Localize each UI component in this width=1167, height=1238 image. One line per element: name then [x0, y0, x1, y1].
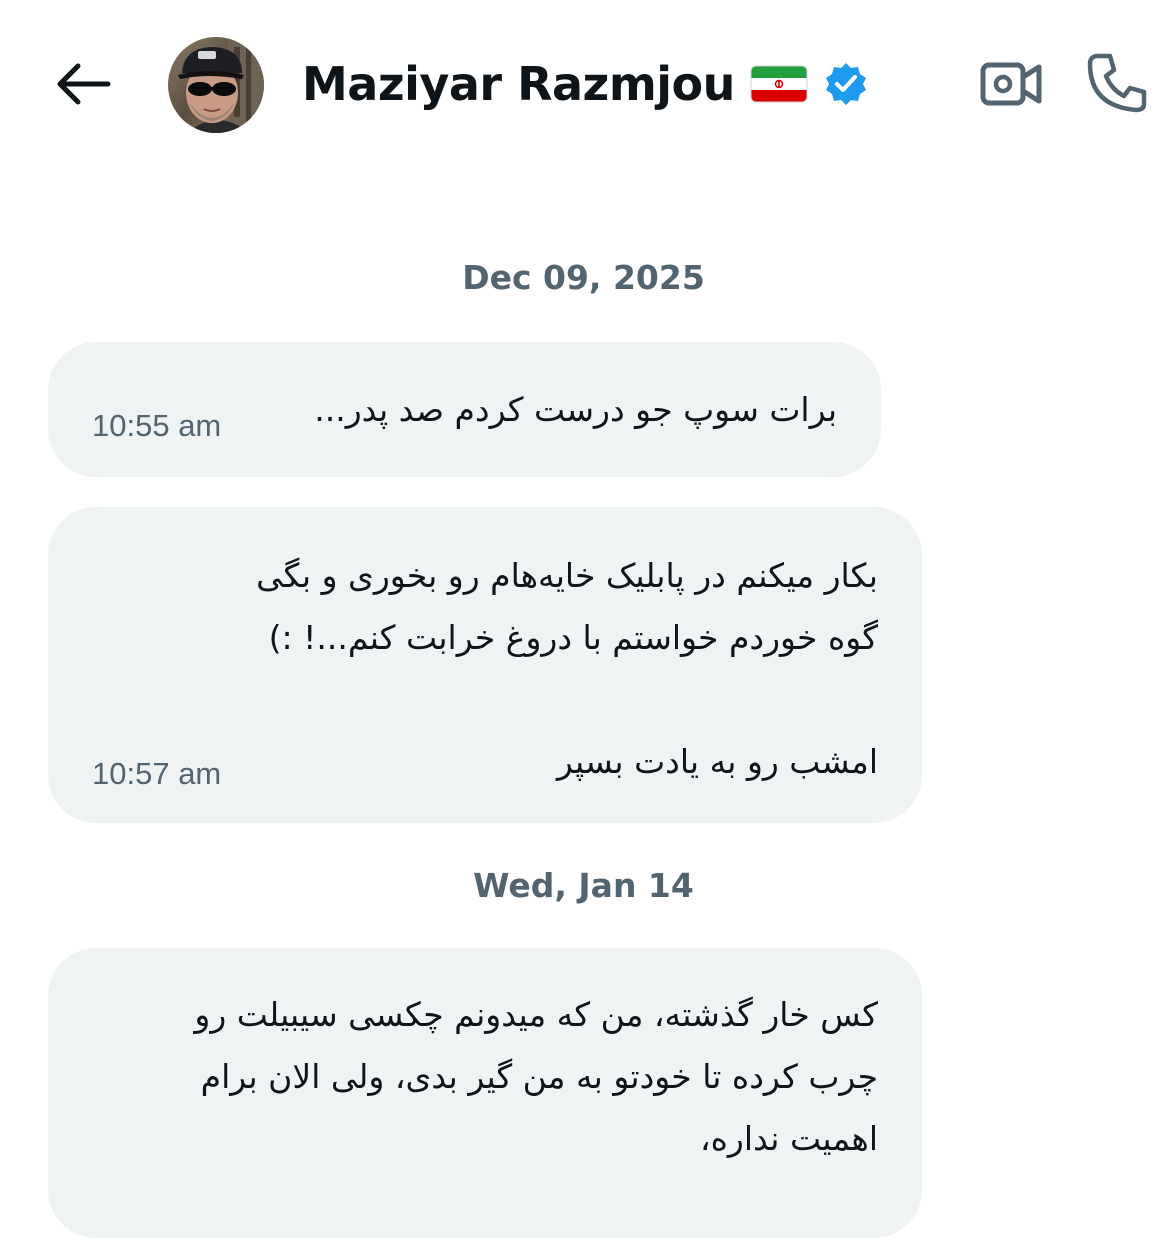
message-bubble[interactable]: کس خار گذشته، من که میدونم چکسی سیبیلت ر…: [48, 948, 922, 1238]
message-timestamp: 10:55 am: [92, 408, 222, 443]
avatar[interactable]: [168, 37, 264, 133]
verified-badge-icon: [825, 63, 866, 105]
date-separator: Wed, Jan 14: [473, 866, 694, 905]
contact-title[interactable]: Maziyar Razmjou: [302, 52, 869, 116]
conversation-header: Maziyar Razmjou: [0, 0, 1167, 170]
avatar-image: [168, 37, 264, 133]
phone-icon: [1087, 53, 1147, 113]
message-bubble[interactable]: برات سوپ جو درست کردم صد پدر... 10:55 am: [48, 342, 881, 477]
voice-call-button[interactable]: [1082, 48, 1152, 118]
arrow-left-icon: [57, 63, 111, 105]
video-camera-icon: [980, 62, 1042, 106]
date-separator: Dec 09, 2025: [462, 258, 705, 297]
message-text: بکار میکنم در پابلیک خایه‌هام رو بخوری و…: [256, 556, 878, 781]
iran-flag-icon: [750, 65, 808, 103]
message-text: برات سوپ جو درست کردم صد پدر...: [314, 390, 837, 429]
message-bubble[interactable]: بکار میکنم در پابلیک خایه‌هام رو بخوری و…: [48, 507, 922, 823]
contact-name: Maziyar Razmjou: [302, 57, 735, 111]
message-timestamp: 10:57 am: [92, 756, 222, 791]
back-button[interactable]: [52, 52, 116, 116]
video-call-button[interactable]: [976, 52, 1046, 116]
message-text: کس خار گذشته، من که میدونم چکسی سیبیلت ر…: [194, 995, 878, 1158]
